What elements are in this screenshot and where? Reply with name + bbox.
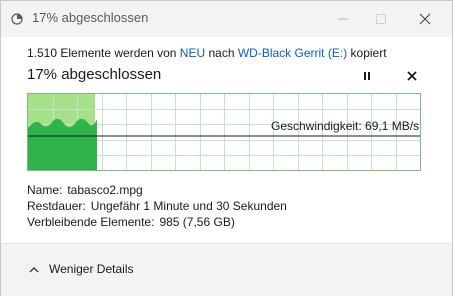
- remaining-items-value: 985 (7,56 GB): [159, 215, 235, 229]
- dialog-footer: Weniger Details: [1, 243, 452, 296]
- remaining-time-label: Restdauer:: [27, 199, 86, 213]
- cancel-copy-button[interactable]: [402, 67, 422, 85]
- detail-name-row: Name: tabasco2.mpg: [27, 183, 143, 197]
- source-folder-link[interactable]: NEU: [180, 46, 205, 60]
- title-bar: 17% abgeschlossen: [1, 1, 452, 37]
- cancel-icon: [407, 71, 417, 81]
- summary-suffix-text: kopiert: [350, 46, 387, 60]
- name-label: Name:: [27, 183, 63, 197]
- copy-progress-icon: [11, 12, 23, 25]
- minimize-button[interactable]: [323, 1, 363, 37]
- name-value: tabasco2.mpg: [67, 183, 143, 197]
- detail-remaining-time-row: Restdauer: Ungefähr 1 Minute und 30 Sekun…: [27, 199, 287, 213]
- maximize-button[interactable]: [361, 1, 401, 37]
- copy-summary: 1.510 Elemente werden von NEU nach WD-Bl…: [27, 46, 387, 60]
- item-count-text: 1.510 Elemente werden von: [27, 46, 177, 60]
- minimize-icon: [338, 18, 348, 20]
- fewer-details-label: Weniger Details: [49, 262, 134, 276]
- close-icon: [419, 13, 431, 25]
- pause-icon: [364, 72, 370, 80]
- speed-label: Geschwindigkeit: 69,1 MB/s: [271, 119, 420, 133]
- detail-remaining-items-row: Verbleibende Elemente: 985 (7,56 GB): [27, 215, 235, 229]
- speed-area-fill: [28, 118, 97, 170]
- destination-drive-link[interactable]: WD-Black Gerrit (E:): [238, 46, 347, 60]
- summary-middle-text: nach: [208, 46, 235, 60]
- progress-heading: 17% abgeschlossen: [27, 66, 162, 83]
- pause-button[interactable]: [357, 67, 377, 85]
- close-window-button[interactable]: [405, 1, 445, 37]
- remaining-time-value: Ungefähr 1 Minute und 30 Sekunden: [90, 199, 287, 213]
- window-title: 17% abgeschlossen: [32, 10, 149, 25]
- fewer-details-button[interactable]: Weniger Details: [29, 261, 133, 277]
- remaining-items-label: Verbleibende Elemente:: [27, 215, 155, 229]
- maximize-icon: [376, 14, 386, 24]
- chevron-up-icon: [29, 266, 39, 273]
- copy-dialog-window: 17% abgeschlossen 1.510 Elemente werden …: [0, 0, 453, 296]
